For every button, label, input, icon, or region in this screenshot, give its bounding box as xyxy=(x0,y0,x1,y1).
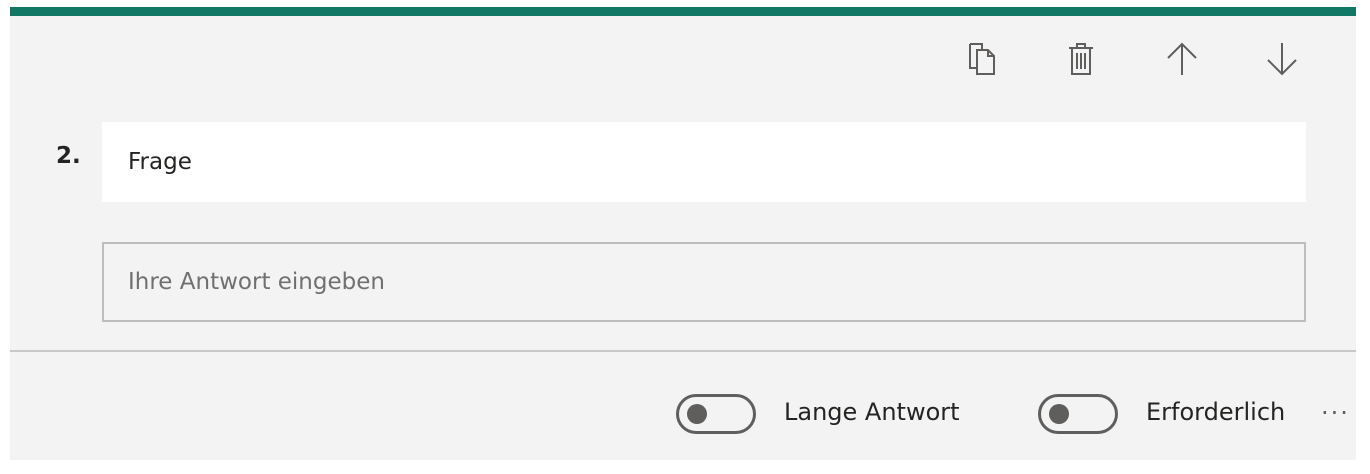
more-options-button[interactable]: ··· xyxy=(1321,393,1356,433)
arrow-down-icon xyxy=(1266,42,1298,76)
more-icon: ··· xyxy=(1321,399,1350,427)
delete-question-button[interactable] xyxy=(1059,37,1103,81)
move-down-button[interactable] xyxy=(1260,37,1304,81)
toggle-knob xyxy=(687,404,707,424)
question-number: 2. xyxy=(56,143,81,169)
arrow-up-icon xyxy=(1166,42,1198,76)
required-toggle[interactable] xyxy=(1038,394,1118,434)
trash-icon xyxy=(1067,42,1095,76)
question-card: 2. Frage Ihre Antwort eingeben Lange Ant… xyxy=(10,7,1356,460)
divider xyxy=(10,350,1356,352)
required-label: Erforderlich xyxy=(1146,398,1286,426)
answer-input[interactable]: Ihre Antwort eingeben xyxy=(102,242,1306,322)
long-answer-label: Lange Antwort xyxy=(784,398,960,426)
copy-icon xyxy=(966,42,998,76)
toggle-knob xyxy=(1049,404,1069,424)
copy-question-button[interactable] xyxy=(960,37,1004,81)
question-title-text: Frage xyxy=(128,149,192,175)
long-answer-toggle[interactable] xyxy=(676,394,756,434)
move-up-button[interactable] xyxy=(1160,37,1204,81)
accent-bar xyxy=(10,7,1356,16)
question-title-input[interactable]: Frage xyxy=(102,122,1306,202)
answer-placeholder: Ihre Antwort eingeben xyxy=(128,269,385,295)
